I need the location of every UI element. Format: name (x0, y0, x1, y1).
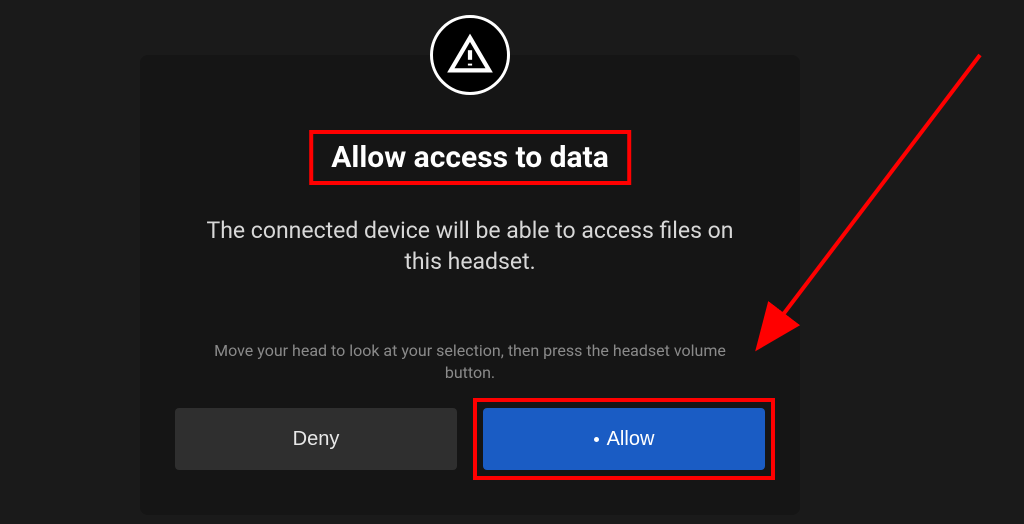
dialog-hint-text: Move your head to look at your selection… (190, 340, 750, 385)
permission-dialog: Allow access to data The connected devic… (140, 55, 800, 515)
allow-button-label: Allow (607, 428, 655, 451)
warning-icon (430, 15, 510, 95)
vr-cursor-dot (594, 437, 599, 442)
dialog-body-text: The connected device will be able to acc… (190, 215, 750, 277)
allow-button[interactable]: Allow (483, 408, 765, 470)
allow-highlight-box: Allow (473, 398, 775, 480)
dialog-title: Allow access to data (331, 140, 609, 175)
warning-triangle-icon (447, 32, 493, 78)
dialog-button-row: Deny Allow (175, 408, 765, 470)
title-highlight-box: Allow access to data (309, 130, 631, 185)
deny-button[interactable]: Deny (175, 408, 457, 470)
